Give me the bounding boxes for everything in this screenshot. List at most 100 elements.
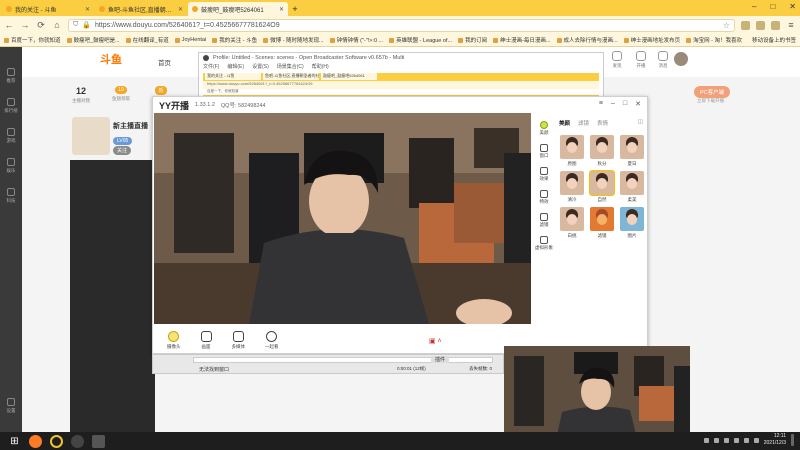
watch-together-button[interactable]: 一起看 [265,330,279,350]
minimize-icon[interactable]: – [611,100,615,108]
yy-app-icon[interactable] [50,434,63,448]
yy-camera-preview[interactable] [154,113,531,324]
nav-home[interactable]: 首页 [158,57,171,67]
nav-broadcast[interactable]: 开播 [636,51,646,69]
ime-icon[interactable] [753,437,759,443]
follow-button[interactable]: 关注 [113,146,132,155]
stat-item[interactable]: 12 主播对我 [72,86,90,104]
minimize-icon[interactable]: – [752,2,756,11]
screen-tool-button[interactable]: 画面 [200,330,212,350]
browser-tab-2[interactable]: 鼓瘦吧_鼓瘦吧5264061 ✕ [188,2,288,16]
menu-icon[interactable]: ≡ [786,20,796,30]
rail-label: 科技 [6,198,16,203]
obs-plugin-tab[interactable]: 插件 [431,356,450,363]
obs-menu-scenes[interactable]: 场景集合(C) [277,63,304,71]
bookmark-item[interactable]: 微博 - 随时随地发现... [263,36,324,44]
taskbar-clock[interactable]: 12:11 2021/12/3 [764,433,786,447]
bookmark-item[interactable]: 绅士漫画地址发布页 [623,36,680,44]
bookmark-item[interactable]: 钟情钟情 ("-"!>:0 ... [329,36,383,44]
volume-icon[interactable] [743,437,749,443]
side-filter[interactable]: 滤镜 [534,213,554,228]
back-icon[interactable]: ← [4,20,14,30]
menu-icon[interactable]: ≡ [599,100,603,108]
obs-menu-settings[interactable]: 设置(S) [252,63,269,71]
filter-option[interactable]: 秋分 [589,135,615,167]
nav-discover[interactable]: 发现 [612,51,622,69]
obs-menu-edit[interactable]: 编辑(E) [227,63,244,71]
url-bar[interactable]: ⛉ 🔒 https://www.douyu.com/5264061?_t=0.4… [68,18,735,32]
tab-beauty[interactable]: 美颜 [559,119,570,127]
bookmark-item[interactable]: 英雄联盟 - League of... [389,36,452,44]
nav-messages[interactable]: 消息 [658,51,668,69]
app-window-icon[interactable] [92,434,105,448]
bookmark-item[interactable]: 百度一下，你就知道 [4,36,61,44]
stat-item[interactable]: 19 鱼翅领取 [112,86,130,104]
filter-option[interactable]: 图片 [619,207,645,239]
bookmark-item[interactable]: 成人去除行情与漫画... [556,36,618,44]
bookmark-item[interactable]: JoyHentai [174,37,206,43]
bookmark-item[interactable]: 鼓瘦吧_鼓瘦吧是... [66,36,120,44]
obs-menu-file[interactable]: 文件(F) [203,63,219,71]
browser-tab-0[interactable]: 我的关注 - 斗鱼 ✕ [2,2,94,16]
filter-option[interactable]: 柔美 [619,171,645,203]
split-view-icon[interactable]: ◫ [638,119,643,127]
filter-option[interactable]: 夏日 [619,135,645,167]
rail-item-tech[interactable]: 科技 [0,181,22,211]
tab-expression[interactable]: 表情 [597,119,608,127]
rail-item-settings[interactable]: 设置 [0,391,22,421]
pc-client-button[interactable]: PC客户端 [694,86,731,98]
douyu-logo[interactable]: 斗鱼 [100,51,122,67]
close-tab-icon[interactable]: ✕ [85,6,90,13]
side-window[interactable]: 窗口 [534,144,554,159]
extension-icon[interactable] [741,20,750,30]
windows-start-icon[interactable]: ⊞ [8,435,21,448]
obs-menu-help[interactable]: 帮助(H) [312,63,329,71]
close-window-icon[interactable]: ✕ [789,2,796,11]
side-beauty[interactable]: 美颜 [534,121,554,136]
filter-option[interactable]: 自然 [589,170,615,203]
filter-option[interactable]: 滤镜 [589,207,615,239]
forward-icon[interactable]: → [20,20,30,30]
bookmark-item[interactable]: 在线翻译_有道 [125,36,169,44]
close-icon[interactable]: ✕ [635,100,641,108]
close-tab-icon[interactable]: ✕ [279,6,284,13]
tab-filter[interactable]: 滤镜 [578,119,589,127]
filter-option[interactable]: 原图 [559,135,585,167]
side-special[interactable]: 特效 [534,190,554,205]
mobile-bookmarks-folder[interactable]: 移动设备上的书签 [752,36,796,44]
filter-option[interactable]: 白桃 [559,207,585,239]
rail-item-recommend[interactable]: 推荐 [0,61,22,91]
network-icon[interactable] [733,437,739,443]
bookmark-item[interactable]: 淘宝网 - 淘！我喜欢 [686,36,742,44]
camera-tool-button[interactable]: 摄像头 [167,330,181,350]
tray-chevron-icon[interactable] [703,437,709,443]
media-tool-button[interactable]: 多媒体 [232,330,245,350]
reload-icon[interactable]: ⟳ [36,20,46,31]
rail-item-entertainment[interactable]: 娱乐 [0,151,22,181]
host-avatar[interactable] [72,117,110,155]
maximize-icon[interactable]: □ [770,2,775,11]
bookmark-item[interactable]: 我的订阅 [458,36,487,44]
close-tab-icon[interactable]: ✕ [178,6,183,13]
rail-item-rank[interactable]: 排行榜 [0,91,22,121]
user-avatar[interactable] [674,52,688,66]
side-effects[interactable]: 效果 [534,167,554,182]
new-tab-button[interactable]: + [289,2,301,16]
filter-option[interactable]: 清冷 [559,171,585,203]
bookmark-item[interactable]: 我的关注 - 斗鱼 [212,36,257,44]
firefox-icon[interactable] [29,434,42,448]
account-icon[interactable] [771,20,780,30]
maximize-icon[interactable]: □ [623,100,627,108]
obs-app-icon[interactable] [71,434,84,448]
home-icon[interactable]: ⌂ [52,20,62,30]
browser-tab-1[interactable]: 鱼吧-斗鱼社区,直播朝圣者的社区 ✕ [95,2,187,16]
bookmark-item[interactable]: 绅士漫画-每日漫画... [493,36,551,44]
tray-app-icon[interactable] [723,437,729,443]
camera-record-icon[interactable]: ▣ ˄ [429,337,442,345]
side-avatar[interactable]: 虚拟形象 [534,236,554,251]
rail-item-games[interactable]: 游戏 [0,121,22,151]
bookmark-star-icon[interactable]: ☆ [723,21,730,30]
show-desktop-button[interactable] [791,434,794,446]
downloads-icon[interactable] [756,20,765,30]
tray-app-icon[interactable] [713,437,719,443]
